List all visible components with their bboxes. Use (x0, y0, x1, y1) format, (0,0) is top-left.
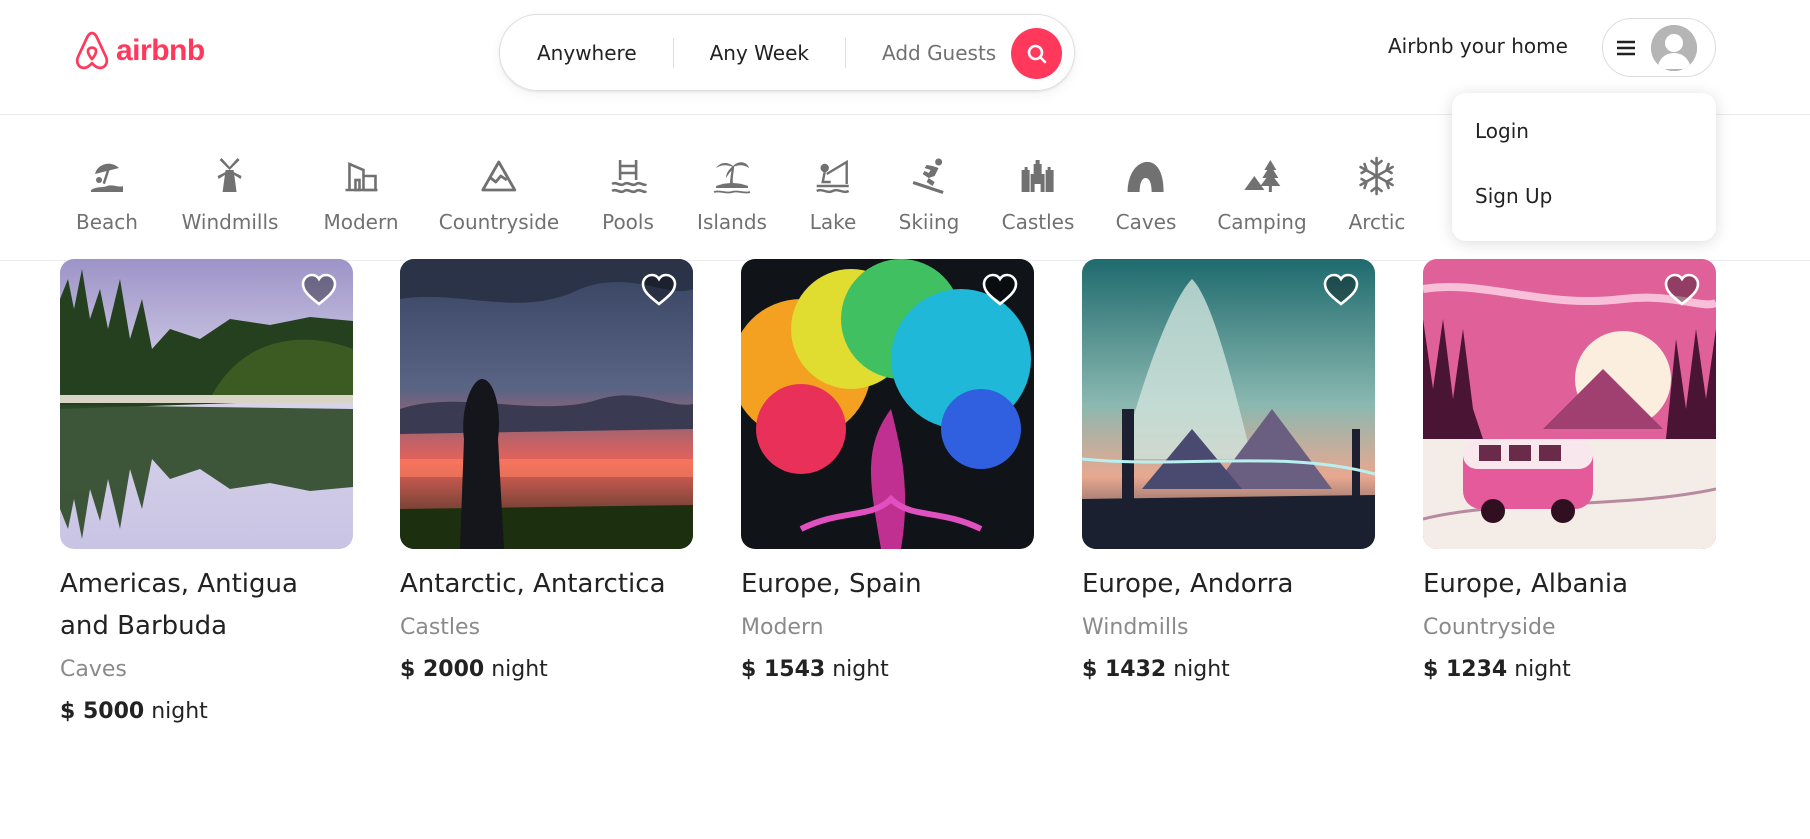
price-amount: $ 2000 (400, 657, 485, 682)
category-label: Castles (1001, 210, 1075, 234)
category-countryside[interactable]: Countryside (439, 156, 559, 234)
listing-title: Europe, Andorra (1082, 569, 1294, 599)
category-label: Camping (1217, 210, 1307, 234)
host-home-link[interactable]: Airbnb your home (1388, 34, 1568, 58)
listing-card[interactable]: Antarctic, Antarctica Castles $ 2000 nig… (400, 259, 693, 685)
price-unit: night (1173, 657, 1230, 682)
search-bar[interactable]: Anywhere Any Week Add Guests (499, 14, 1075, 91)
castle-icon (1018, 156, 1058, 196)
hamburger-menu-icon (1617, 40, 1635, 55)
cave-icon (1126, 156, 1166, 196)
sunset-silhouette-image[interactable] (400, 259, 693, 549)
listing-card[interactable]: Europe, Spain Modern $ 1543 night (741, 259, 1034, 685)
listing-card[interactable]: Americas, Antigua and Barbuda Caves $ 50… (60, 259, 353, 727)
category-camping[interactable]: Camping (1217, 156, 1307, 234)
listing-card[interactable]: Europe, Andorra Windmills $ 1432 night (1082, 259, 1375, 685)
price-amount: $ 1432 (1082, 657, 1167, 682)
listing-price: $ 2000 night (400, 655, 693, 685)
price-unit: night (832, 657, 889, 682)
beach-umbrella-icon (87, 156, 127, 196)
category-label: Skiing (898, 210, 960, 234)
search-icon (1027, 44, 1046, 63)
category-caves[interactable]: Caves (1115, 156, 1177, 234)
category-modern[interactable]: Modern (323, 156, 399, 234)
search-guests[interactable]: Add Guests (846, 38, 1014, 68)
listing-category: Modern (741, 615, 824, 640)
airbnb-logo[interactable]: airbnb (74, 30, 205, 72)
search-location[interactable]: Anywhere (500, 38, 673, 68)
listing-price: $ 1234 night (1423, 655, 1716, 685)
category-arctic[interactable]: Arctic (1348, 156, 1406, 234)
category-label: Countryside (438, 210, 560, 234)
listing-title: Europe, Spain (741, 569, 922, 599)
airbnb-logo-icon (75, 31, 109, 70)
listing-category: Caves (60, 657, 127, 682)
pink-van-forest-image[interactable] (1423, 259, 1716, 549)
search-dates[interactable]: Any Week (674, 38, 845, 68)
category-beach[interactable]: Beach (76, 156, 138, 234)
rainbow-tree-image[interactable] (741, 259, 1034, 549)
heart-outline-icon[interactable] (1323, 273, 1359, 307)
category-windmills[interactable]: Windmills (181, 156, 279, 234)
snowflake-icon (1357, 156, 1397, 196)
price-amount: $ 1234 (1423, 657, 1508, 682)
category-label: Modern (323, 210, 399, 234)
price-amount: $ 5000 (60, 699, 145, 724)
windmill-icon (210, 156, 250, 196)
category-label: Islands (697, 210, 767, 234)
listing-category: Countryside (1423, 615, 1556, 640)
category-label: Beach (76, 210, 138, 234)
forest-lake-reflection-image[interactable] (60, 259, 353, 549)
user-dropdown-menu: Login Sign Up (1452, 93, 1716, 241)
brand-name: airbnb (116, 34, 205, 67)
listing-price: $ 1543 night (741, 655, 1034, 685)
price-unit: night (1514, 657, 1571, 682)
listing-price: $ 1432 night (1082, 655, 1375, 685)
lake-fishing-icon (813, 156, 853, 196)
listing-card[interactable]: Europe, Albania Countryside $ 1234 night (1423, 259, 1716, 685)
heart-outline-icon[interactable] (301, 273, 337, 307)
category-label: Pools (602, 210, 654, 234)
skiing-icon (909, 156, 949, 196)
fantasy-mountains-image[interactable] (1082, 259, 1375, 549)
island-palm-icon (712, 156, 752, 196)
price-amount: $ 1543 (741, 657, 826, 682)
category-pools[interactable]: Pools (602, 156, 654, 234)
category-label: Lake (809, 210, 857, 234)
listing-category: Windmills (1082, 615, 1189, 640)
login-menu-item[interactable]: Login (1452, 105, 1716, 170)
category-lake[interactable]: Lake (809, 156, 857, 234)
listing-title: Europe, Albania (1423, 569, 1629, 599)
pool-icon (608, 156, 648, 196)
category-islands[interactable]: Islands (697, 156, 767, 234)
listing-title: Americas, Antigua and Barbuda (60, 569, 298, 641)
heart-outline-icon[interactable] (982, 273, 1018, 307)
user-menu-button[interactable] (1602, 18, 1716, 77)
category-skiing[interactable]: Skiing (898, 156, 960, 234)
modern-house-icon (341, 156, 381, 196)
category-label: Caves (1115, 210, 1177, 234)
heart-outline-icon[interactable] (641, 273, 677, 307)
price-unit: night (151, 699, 208, 724)
category-label: Arctic (1348, 210, 1406, 234)
heart-outline-icon[interactable] (1664, 273, 1700, 307)
price-unit: night (491, 657, 548, 682)
category-label: Windmills (181, 210, 279, 234)
search-button[interactable] (1011, 28, 1062, 79)
listing-category: Castles (400, 615, 481, 640)
mountain-icon (479, 156, 519, 196)
listing-price: $ 5000 night (60, 697, 353, 727)
user-avatar-icon (1651, 24, 1697, 71)
category-castles[interactable]: Castles (1001, 156, 1075, 234)
signup-menu-item[interactable]: Sign Up (1452, 170, 1716, 235)
listing-title: Antarctic, Antarctica (400, 569, 666, 599)
camping-tent-icon (1242, 156, 1282, 196)
